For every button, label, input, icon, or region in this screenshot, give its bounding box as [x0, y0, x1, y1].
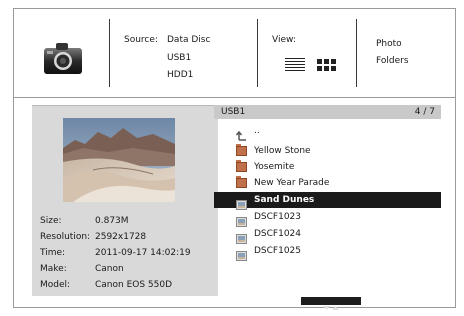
list-view-icon[interactable] — [285, 57, 305, 73]
scroll-arrows-icon — [323, 306, 339, 310]
list-item-label: DSCF1024 — [254, 229, 302, 239]
folder-icon — [236, 176, 247, 188]
list-item-label: Yosemite — [254, 162, 295, 172]
view-label: View: — [272, 35, 296, 45]
header-divider — [356, 19, 357, 87]
list-item[interactable]: Yosemite — [214, 159, 441, 175]
list-item-parent-folder[interactable]: .. — [214, 123, 441, 141]
info-value: 2011-09-17 14:02:19 — [95, 248, 191, 258]
header-bar: Source: Data Disc USB1 HDD1 View: Photo … — [14, 9, 455, 97]
source-option-data-disc[interactable]: Data Disc — [167, 35, 210, 46]
photo-file-icon — [236, 229, 247, 244]
photo-file-icon — [236, 195, 247, 210]
list-item-label: DSCF1025 — [254, 246, 302, 256]
header-separator — [14, 97, 455, 98]
info-key: Model: — [40, 280, 71, 290]
header-divider — [109, 19, 110, 87]
list-item-label: Yellow Stone — [254, 146, 311, 156]
list-item-label: Sand Dunes — [254, 195, 315, 205]
parent-folder-icon — [235, 126, 247, 141]
source-option-usb1[interactable]: USB1 — [167, 53, 191, 64]
info-value: 2592x1728 — [95, 232, 147, 242]
list-item[interactable]: DSCF1025 — [214, 243, 441, 261]
source-label: Source: — [124, 35, 158, 45]
header-divider — [257, 19, 258, 87]
info-key: Resolution: — [40, 232, 91, 242]
info-key: Make: — [40, 264, 67, 274]
list-item[interactable]: Yellow Stone — [214, 143, 441, 159]
info-value: 0.873M — [95, 216, 129, 226]
media-browser-window: Source: Data Disc USB1 HDD1 View: Photo … — [13, 8, 456, 310]
source-option-hdd1[interactable]: HDD1 — [167, 70, 193, 81]
item-position: 4 / 7 — [414, 107, 435, 117]
list-item-label: New Year Parade — [254, 178, 330, 188]
list-item[interactable]: DSCF1023 — [214, 209, 441, 227]
file-list-header: USB1 4 / 7 — [214, 105, 441, 119]
list-item[interactable]: DSCF1024 — [214, 226, 441, 244]
folder-icon — [236, 160, 247, 172]
folder-icon — [236, 144, 247, 156]
info-key: Time: — [40, 248, 66, 258]
list-item-label: DSCF1023 — [254, 212, 302, 222]
photo-file-icon — [236, 246, 247, 261]
list-item-selected[interactable]: Sand Dunes — [214, 192, 441, 210]
media-type-folders[interactable]: Folders — [376, 56, 409, 67]
list-item-label: .. — [254, 126, 260, 136]
info-value: Canon EOS 550D — [95, 280, 173, 290]
info-key: Size: — [40, 216, 62, 226]
current-path: USB1 — [221, 107, 246, 117]
camera-icon — [43, 42, 83, 75]
list-item[interactable]: New Year Parade — [214, 175, 441, 191]
photo-file-icon — [236, 212, 247, 227]
photo-thumbnail — [63, 118, 175, 202]
media-type-photo[interactable]: Photo — [376, 39, 402, 50]
grid-view-icon[interactable] — [317, 57, 336, 73]
info-value: Canon — [95, 264, 124, 274]
scroll-indicator[interactable] — [301, 297, 361, 310]
photo-info-panel: Size: 0.873M Resolution: 2592x1728 Time:… — [32, 105, 218, 296]
